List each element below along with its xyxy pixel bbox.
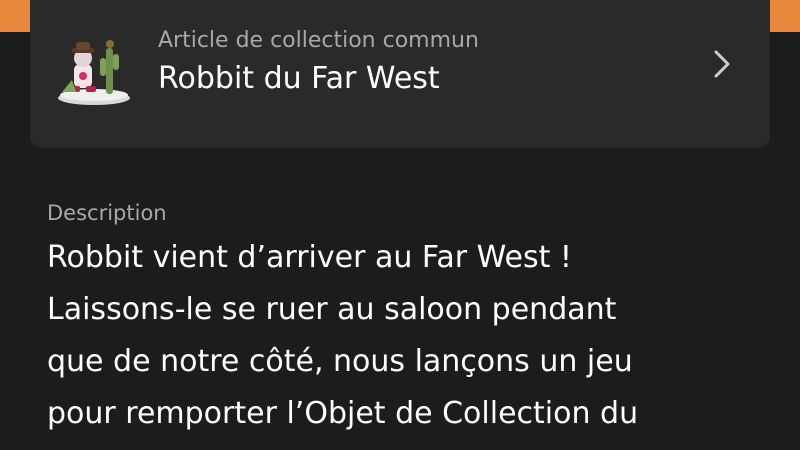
- collectible-detail-screen: Article de collection commun Robbit du F…: [0, 0, 800, 450]
- description-text: Robbit vient d’arriver au Far West ! Lai…: [47, 232, 747, 440]
- collectible-card[interactable]: Article de collection commun Robbit du F…: [30, 0, 770, 148]
- description-line: pour remporter l’Objet de Collection du: [47, 396, 639, 431]
- description-label: Description: [47, 201, 167, 225]
- header-accent-right: [768, 0, 800, 32]
- collectible-name: Robbit du Far West: [158, 61, 440, 96]
- description-line: Laissons-le se ruer au saloon pendant: [47, 292, 617, 327]
- description-line: que de notre côté, nous lançons un jeu: [47, 344, 633, 379]
- collectible-text: Article de collection commun Robbit du F…: [158, 26, 690, 100]
- collectible-category: Article de collection commun: [158, 28, 479, 53]
- description-line: Robbit vient d’arriver au Far West !: [47, 240, 572, 275]
- chevron-right-icon[interactable]: [710, 46, 734, 82]
- collectible-figurine-thumbnail: [58, 40, 130, 105]
- header-accent-left: [0, 0, 32, 32]
